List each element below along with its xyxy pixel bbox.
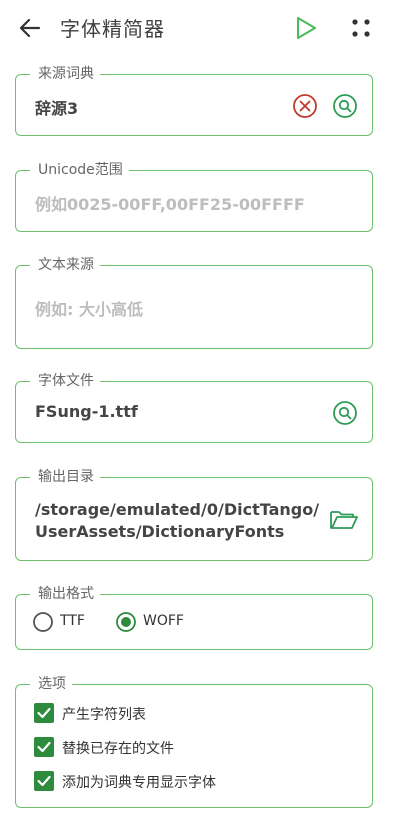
font-file-label: 字体文件: [30, 372, 100, 390]
text-source-placeholder: 例如: 大小高低: [35, 300, 143, 319]
output-dir-field[interactable]: 输出目录 /storage/emulated/0/DictTango/ User…: [15, 468, 373, 561]
font-file-field[interactable]: 字体文件 FSung-1.ttf: [15, 372, 373, 443]
checkbox-checked-icon[interactable]: [34, 771, 54, 791]
output-dir-line2: UserAssets/DictionaryFonts: [35, 522, 285, 541]
options-group: 选项 产生字符列表 替换已存在的文件 添加为词典专用显示字体: [15, 675, 373, 808]
search-icon[interactable]: [332, 400, 358, 426]
output-dir-label: 输出目录: [30, 468, 100, 486]
radio-woff[interactable]: [115, 611, 137, 633]
output-dir-line1: /storage/emulated/0/DictTango/: [35, 500, 320, 519]
folder-open-icon[interactable]: [329, 506, 359, 532]
checkbox-checked-icon[interactable]: [34, 737, 54, 757]
font-file-value: FSung-1.ttf: [35, 402, 138, 421]
play-icon[interactable]: [292, 14, 320, 42]
search-icon[interactable]: [332, 93, 358, 119]
text-source-label: 文本来源: [30, 256, 100, 274]
unicode-range-label: Unicode范围: [30, 161, 129, 179]
dots-grid-icon[interactable]: [347, 14, 375, 42]
options-label: 选项: [30, 675, 72, 693]
app-bar: 字体精简器: [0, 0, 395, 56]
unicode-range-placeholder: 例如0025-00FF,00FF25-00FFFF: [35, 195, 305, 214]
source-dict-value: 辞源3: [35, 99, 79, 118]
page-title: 字体精简器: [60, 17, 165, 41]
unicode-range-field[interactable]: Unicode范围 例如0025-00FF,00FF25-00FFFF: [15, 161, 373, 232]
option-generate-charlist-label: 产生字符列表: [62, 707, 146, 723]
radio-woff-label: WOFF: [143, 613, 184, 629]
source-dict-label: 来源词典: [30, 65, 100, 83]
source-dict-field[interactable]: 来源词典 辞源3: [15, 65, 373, 136]
output-format-label: 输出格式: [30, 585, 100, 603]
radio-ttf[interactable]: [32, 611, 54, 633]
option-add-display-font-label: 添加为词典专用显示字体: [62, 775, 216, 791]
text-source-field[interactable]: 文本来源 例如: 大小高低: [15, 256, 373, 349]
option-replace-existing-label: 替换已存在的文件: [62, 741, 174, 757]
radio-ttf-label: TTF: [60, 613, 85, 629]
checkbox-checked-icon[interactable]: [34, 703, 54, 723]
clear-circle-icon[interactable]: [292, 93, 318, 119]
arrow-left-icon[interactable]: [16, 14, 44, 42]
output-format-group: 输出格式 TTF WOFF: [15, 585, 373, 650]
